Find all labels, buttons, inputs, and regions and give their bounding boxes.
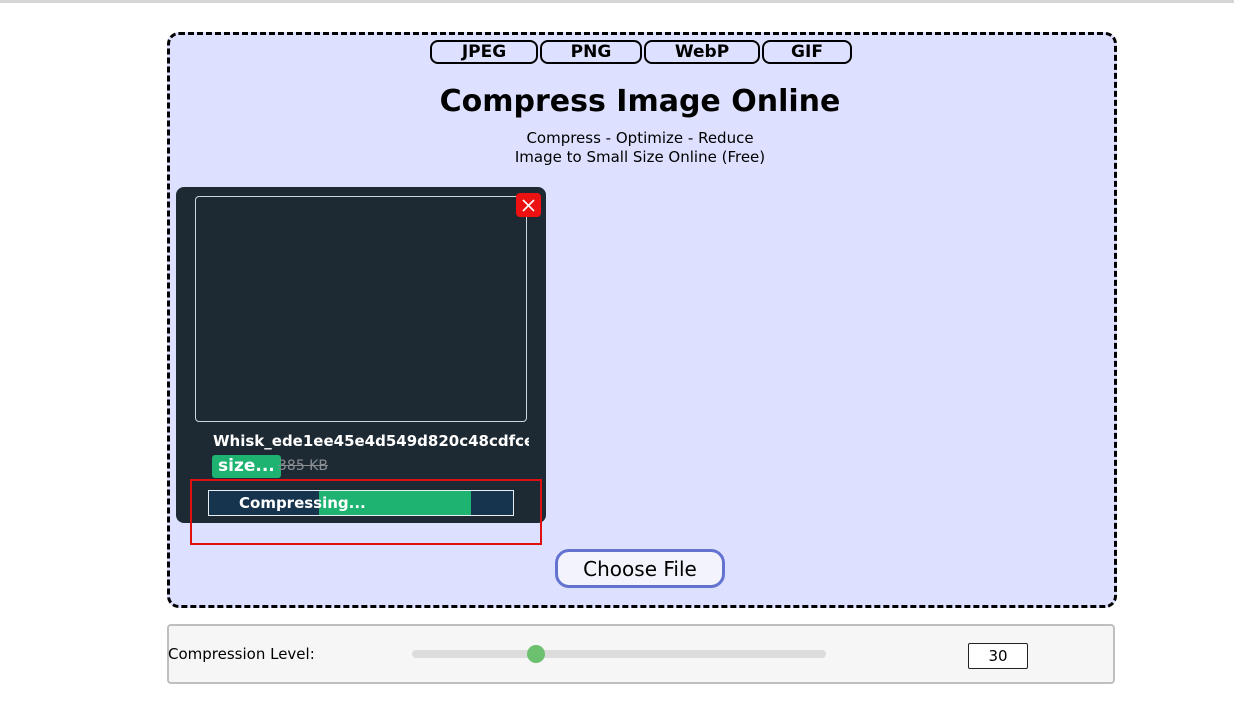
file-name: Whisk_ede1ee45e4d549d820c48cdfce...	[213, 432, 529, 450]
tab-webp[interactable]: WebP	[644, 40, 760, 64]
original-size: 385 KB	[278, 458, 328, 474]
close-icon	[522, 199, 535, 212]
compression-slider-track[interactable]	[412, 650, 826, 658]
tab-gif[interactable]: GIF	[762, 40, 852, 64]
page-title: Compress Image Online	[439, 84, 841, 119]
choose-file-button[interactable]: Choose File	[555, 549, 725, 588]
compression-level-input[interactable]	[968, 643, 1028, 669]
subtitle-line-2: Image to Small Size Online (Free)	[514, 148, 766, 166]
tab-png[interactable]: PNG	[540, 40, 642, 64]
tab-jpeg[interactable]: JPEG	[430, 40, 538, 64]
compression-slider-thumb[interactable]	[527, 645, 545, 663]
format-tabs: JPEG PNG WebP GIF	[430, 40, 852, 66]
remove-file-button[interactable]	[516, 193, 541, 217]
top-divider	[0, 0, 1234, 3]
compression-level-label: Compression Level:	[168, 645, 315, 663]
image-preview	[195, 196, 527, 422]
subtitle-line-1: Compress - Optimize - Reduce	[526, 129, 754, 147]
highlight-box	[190, 479, 542, 545]
new-size-badge: size...	[212, 455, 281, 478]
